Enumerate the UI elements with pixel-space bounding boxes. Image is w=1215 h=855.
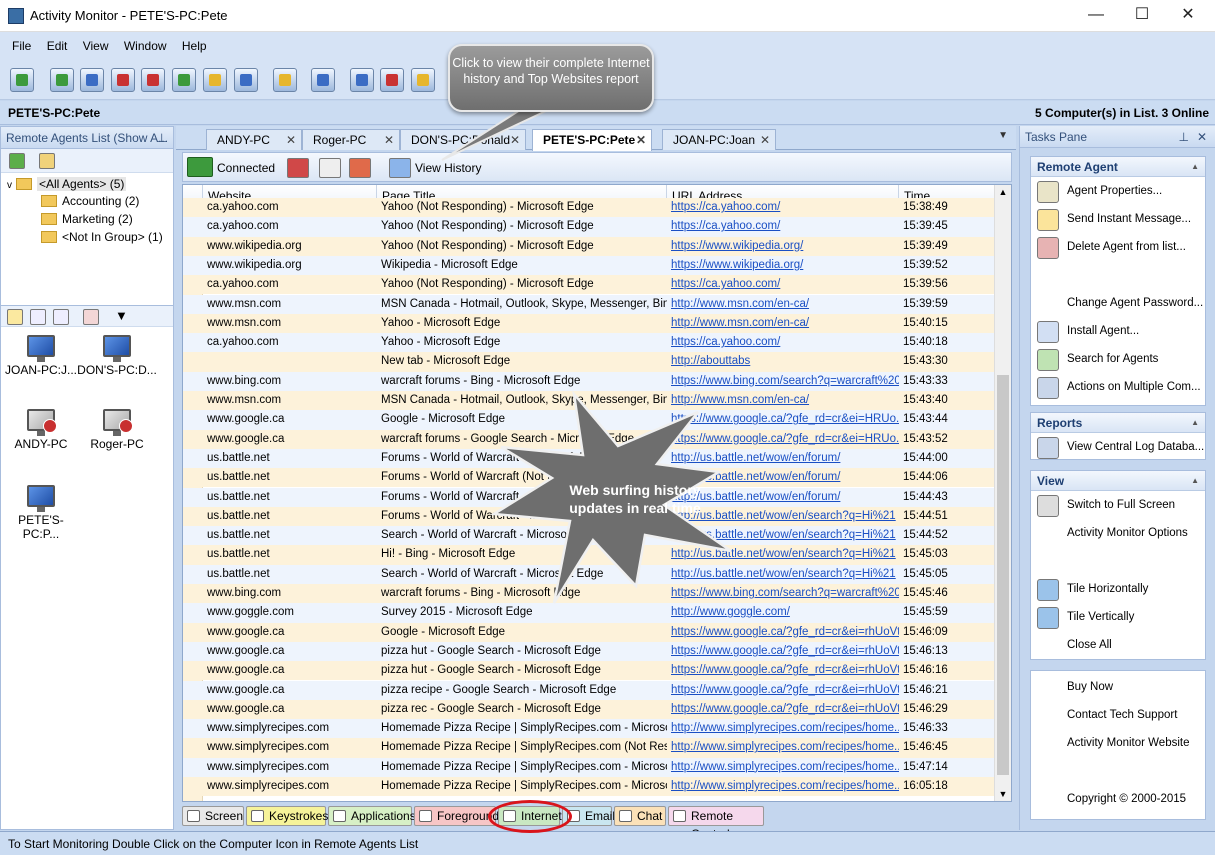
callout-pointer	[441, 109, 549, 161]
realtime-callout-text: Web surfing history updates in real time	[569, 482, 701, 516]
annotation-overlay	[441, 109, 732, 604]
history-callout: Click to view their complete Internet hi…	[448, 44, 654, 112]
internet-tab-highlight	[488, 800, 572, 833]
